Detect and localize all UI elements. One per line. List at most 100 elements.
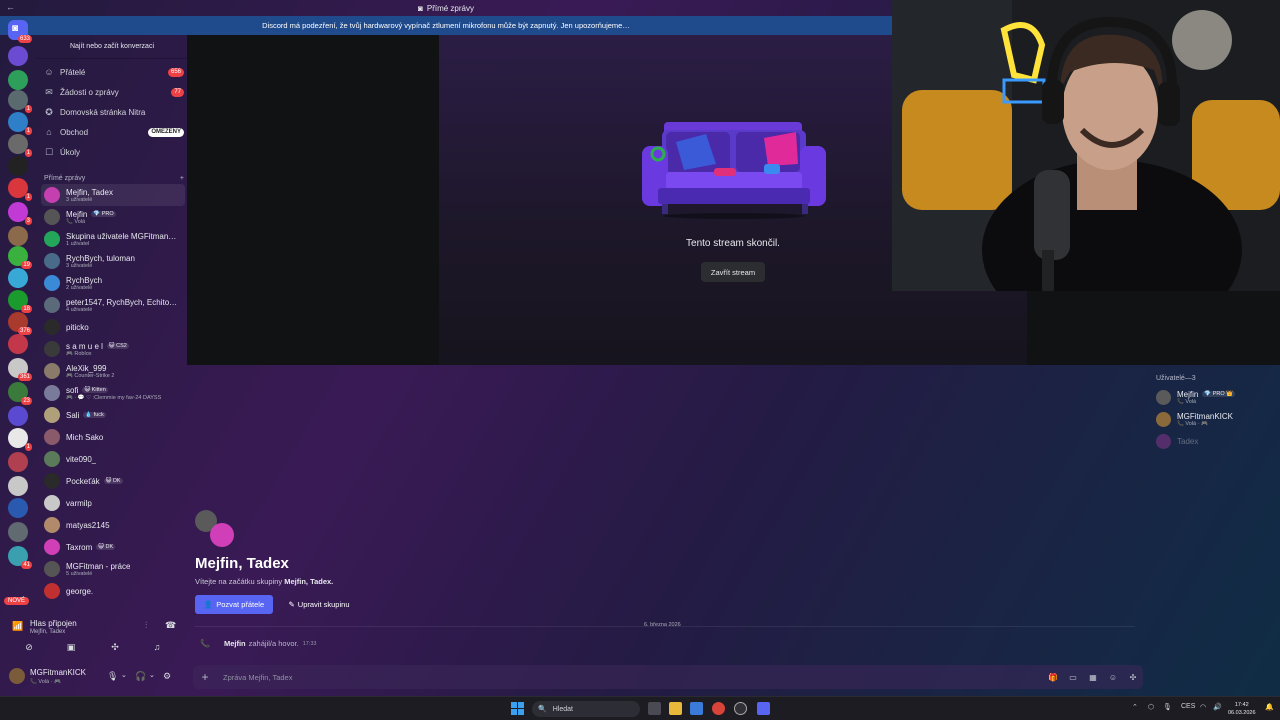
noise-suppression-icon[interactable]: ⫶ — [145, 620, 147, 631]
nav-item-5[interactable]: ☐ Úkoly — [44, 143, 184, 161]
server-icon[interactable]: 361 — [8, 358, 32, 381]
server-icon[interactable] — [8, 452, 28, 472]
emoji-icon[interactable]: ☺ — [1103, 673, 1123, 682]
volume-icon[interactable]: 🔊 — [1213, 703, 1222, 711]
message-input[interactable]: Zpráva Mejfin, Tadex — [223, 673, 1043, 682]
server-icon[interactable] — [8, 476, 28, 496]
close-stream-button[interactable]: Zavřít stream — [701, 262, 765, 282]
microphone-icon[interactable]: 🎙 — [107, 671, 118, 682]
dm-conversation[interactable]: peter1547, RychBych, Echito_LL 4 uživatel… — [41, 294, 185, 316]
server-icon[interactable] — [8, 498, 28, 518]
dm-conversation[interactable]: vite090_ — [41, 448, 185, 470]
server-icon[interactable]: 3 — [8, 202, 32, 225]
dm-conversation[interactable]: Skupina uživatele MGFitmanKICK 1 uživatel — [41, 228, 185, 250]
dm-conversation[interactable]: RychBych, tuloman 3 uživatelé — [41, 250, 185, 272]
dm-conversation[interactable]: MGFitman - práce 5 uživatelé — [41, 558, 185, 580]
dm-conversation[interactable]: Pockeťák 😺 DK — [41, 470, 185, 492]
server-icon[interactable] — [8, 334, 28, 354]
invite-friends-button[interactable]: 👤 Pozvat přátele — [195, 595, 273, 614]
dm-conversation[interactable]: Sali 💧 fuck — [41, 404, 185, 426]
dm-conversation[interactable]: george. — [41, 580, 185, 602]
dm-tag: 😺 DK — [103, 478, 123, 485]
avatar[interactable] — [9, 668, 25, 684]
tray-mic-icon[interactable]: 🎙 — [1163, 703, 1172, 711]
server-icon[interactable] — [8, 268, 28, 288]
member-item[interactable]: Mejfin 💎 PRO 👑 📞 Volá — [1156, 386, 1278, 408]
dm-name-text: Pockeťák — [66, 476, 100, 486]
chrome-icon[interactable] — [712, 702, 725, 715]
activity-icon[interactable]: ✣ — [104, 639, 126, 655]
server-icon[interactable]: 18 — [8, 290, 32, 313]
search-conversation-button[interactable]: Najít nebo začít konverzaci — [37, 35, 187, 59]
tray-app-icon[interactable]: ⬡ — [1148, 703, 1154, 711]
keyboard-language[interactable]: CES — [1181, 703, 1195, 710]
server-badge: 3 — [24, 217, 32, 225]
dm-conversation[interactable]: sofi 😺 Kitten 🎮 · 💬 ♡ :Clemmie my fav-24 D… — [41, 382, 185, 404]
dm-conversation[interactable]: varmilp — [41, 492, 185, 514]
server-icon[interactable]: 376 — [8, 312, 32, 335]
server-icon[interactable]: 1 — [8, 134, 32, 157]
disconnect-icon[interactable]: ☎ — [165, 620, 176, 631]
sticker-icon[interactable]: ▦ — [1083, 673, 1103, 682]
server-icon[interactable] — [8, 406, 28, 426]
server-icon[interactable] — [8, 70, 28, 90]
store-icon[interactable] — [690, 702, 703, 715]
tray-chevron-icon[interactable]: ⌃ — [1132, 703, 1138, 711]
chevron-down-icon[interactable]: ⌄ — [149, 671, 155, 679]
dm-name: Mejfin 💎 PRO — [66, 210, 116, 219]
server-icon[interactable] — [8, 226, 28, 246]
dm-conversation[interactable]: Mich Sako — [41, 426, 185, 448]
call-author[interactable]: Mejfin — [224, 639, 246, 648]
dm-conversation[interactable]: s a m u e l 😺 CS2 🎮 Roblox — [41, 338, 185, 360]
soundboard-icon[interactable]: ♫ — [146, 639, 168, 655]
new-indicator[interactable]: NOVÉ — [4, 597, 30, 605]
dm-conversation[interactable]: piticko — [41, 316, 185, 338]
headphones-icon[interactable]: 🎧 — [135, 671, 146, 682]
chevron-down-icon[interactable]: ⌄ — [121, 671, 127, 679]
dm-conversation[interactable]: Taxrom 😺 DK — [41, 536, 185, 558]
member-item[interactable]: Tadex — [1156, 430, 1278, 452]
windows-start-icon[interactable] — [511, 702, 524, 715]
obs-icon[interactable] — [734, 702, 747, 715]
server-icon[interactable] — [8, 46, 28, 66]
nav-item-4[interactable]: ⌂ Obchod OMEZENÝ — [44, 123, 184, 141]
task-view-icon[interactable] — [648, 702, 661, 715]
server-icon[interactable]: 1 — [8, 428, 32, 451]
camera-off-icon[interactable]: ⊘ — [18, 639, 40, 655]
server-icon[interactable]: 1 — [8, 90, 32, 113]
server-icon[interactable]: 19 — [8, 246, 32, 269]
dm-conversation[interactable]: RychBych 2 uživatelé — [41, 272, 185, 294]
dm-conversation[interactable]: Mejfin, Tadex 3 uživatelé — [41, 184, 185, 206]
server-icon[interactable] — [8, 156, 28, 176]
file-explorer-icon[interactable] — [669, 702, 682, 715]
gift-icon[interactable]: 🎁 — [1043, 673, 1063, 682]
dm-conversation[interactable]: Mejfin 💎 PRO 📞 Volá — [41, 206, 185, 228]
server-icon[interactable] — [8, 522, 28, 542]
nav-item-3[interactable]: ✪ Domovská stránka Nitra — [44, 103, 184, 121]
dm-conversation[interactable]: AleXik_999 🎮 Counter-Strike 2 — [41, 360, 185, 382]
gif-icon[interactable]: ▭ — [1063, 673, 1083, 682]
member-status: 📞 Volá — [1177, 398, 1197, 405]
server-icon[interactable]: 1 — [8, 178, 32, 201]
nav-item-1[interactable]: ☺ Přátelé 656 — [44, 63, 184, 81]
notification-icon[interactable]: 🔔 — [1265, 703, 1274, 711]
stream-side-panel-right — [1027, 291, 1280, 365]
clock[interactable]: 17:42 06.03.2026 — [1228, 701, 1256, 717]
home-button[interactable]: ◙ 633 — [8, 20, 32, 43]
server-icon[interactable]: 41 — [8, 546, 32, 569]
dm-conversation[interactable]: matyas2145 — [41, 514, 185, 536]
apps-icon[interactable]: ✣ — [1123, 673, 1143, 682]
edit-group-button[interactable]: ✎ Upravit skupinu — [280, 595, 358, 614]
attach-plus-icon[interactable]: + — [193, 670, 217, 684]
server-icon[interactable]: 23 — [8, 382, 32, 405]
settings-gear-icon[interactable]: ⚙ — [163, 671, 171, 682]
member-item[interactable]: MGFitmanKICK 📞 Volá · 🎮 — [1156, 408, 1278, 430]
server-icon[interactable]: 1 — [8, 112, 32, 135]
add-dm-icon[interactable]: + — [180, 175, 184, 182]
screen-share-icon[interactable]: ▣ — [60, 639, 82, 655]
back-arrow-icon[interactable]: ← — [6, 2, 15, 12]
taskbar-search[interactable]: 🔍 Hledat — [532, 701, 640, 717]
discord-taskbar-icon[interactable] — [757, 702, 770, 715]
wifi-icon[interactable]: ◠ — [1200, 703, 1206, 711]
nav-item-2[interactable]: ✉ Žádosti o zprávy 77 — [44, 83, 184, 101]
